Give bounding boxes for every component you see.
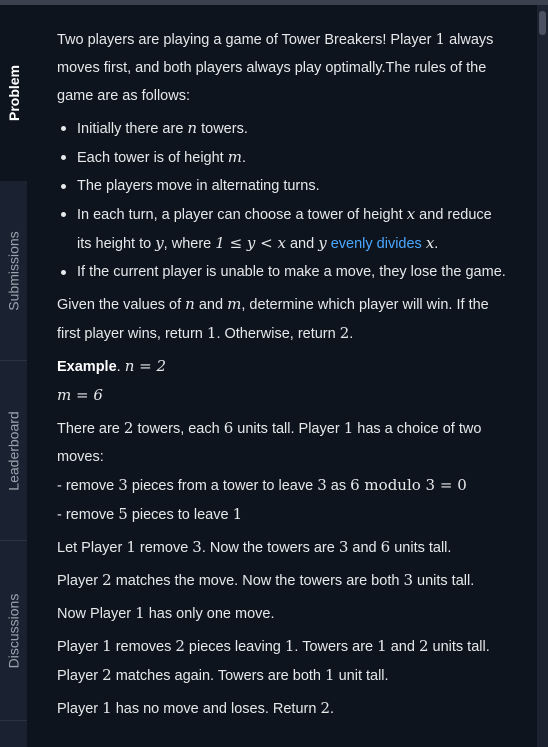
tab-leaderboard-label: Leaderboard — [5, 410, 22, 491]
tab-leaderboard[interactable]: Leaderboard — [0, 361, 27, 541]
evenly-divides-link[interactable]: evenly divides — [331, 236, 422, 252]
top-bar — [0, 0, 548, 5]
scrollbar-thumb[interactable] — [539, 11, 546, 35]
example-step: Now Player 1 has only one move. — [57, 604, 275, 622]
list-item: Initially there are n towers. — [61, 114, 509, 143]
given-paragraph: Given the values of n and m, determine w… — [57, 295, 489, 342]
tab-submissions[interactable]: Submissions — [0, 181, 27, 361]
tab-submissions-label: Submissions — [5, 230, 22, 311]
problem-statement: Two players are playing a game of Tower … — [57, 25, 509, 727]
side-tabs: Problem Submissions Leaderboard Discussi… — [0, 5, 27, 747]
tab-problem[interactable]: Problem — [0, 5, 27, 181]
tab-discussions-label: Discussions — [5, 593, 22, 668]
list-item: The players move in alternating turns. — [61, 172, 509, 200]
example-heading: Example. n = 2 — [57, 357, 167, 375]
vertical-scrollbar[interactable] — [537, 5, 548, 747]
example-paragraph: There are 2 towers, each 6 units tall. P… — [57, 419, 482, 465]
intro-paragraph: Two players are playing a game of Tower … — [57, 30, 494, 104]
example-step: Player 2 matches the move. Now the tower… — [57, 571, 475, 589]
example-conclusion: Player 1 has no move and loses. Return 2… — [57, 699, 335, 717]
list-item: Each tower is of height m. — [61, 143, 509, 172]
tab-discussions[interactable]: Discussions — [0, 541, 27, 721]
example-step: Player 2 matches again. Towers are both … — [57, 666, 389, 684]
rules-list: Initially there are n towers. Each tower… — [57, 114, 509, 286]
example-move-2: - remove 5 pieces to leave 1 — [57, 505, 243, 523]
example-step: Player 1 removes 2 pieces leaving 1. Tow… — [57, 637, 490, 655]
list-item: If the current player is unable to make … — [61, 258, 509, 286]
example-move-1: - remove 3 pieces from a tower to leave … — [57, 476, 467, 494]
example-m: m = 6 — [57, 386, 103, 404]
list-item: In each turn, a player can choose a towe… — [61, 200, 509, 258]
example-step: Let Player 1 remove 3. Now the towers ar… — [57, 538, 452, 556]
tab-problem-label: Problem — [5, 64, 22, 122]
